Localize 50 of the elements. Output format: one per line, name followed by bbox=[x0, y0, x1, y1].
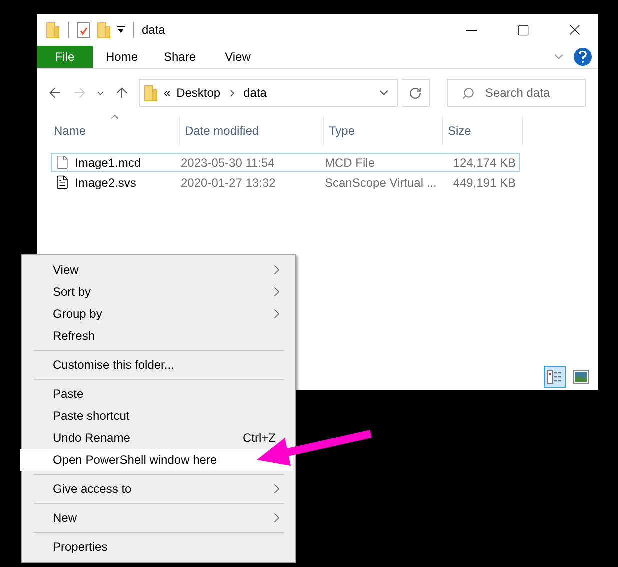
breadcrumb[interactable]: Desktop bbox=[176, 86, 221, 100]
caret-icon[interactable] bbox=[117, 26, 125, 34]
menu-item[interactable]: Paste shortcut bbox=[20, 405, 293, 427]
menu-item[interactable]: Give access to bbox=[20, 478, 293, 500]
overflow-chevrons[interactable]: « bbox=[164, 86, 171, 100]
folder-icon bbox=[46, 22, 60, 38]
maximize-icon bbox=[516, 24, 530, 36]
menu-item[interactable]: Paste bbox=[20, 383, 293, 405]
date-cell-text: 2023-05-30 11:54 bbox=[181, 156, 276, 170]
folder-icon bbox=[144, 84, 158, 102]
help-button[interactable] bbox=[574, 48, 592, 66]
file-row[interactable]: Image1.mcd 2023-05-30 11:54 MCD File 124,174 KB bbox=[51, 153, 520, 172]
column-header[interactable]: Size bbox=[443, 117, 523, 145]
window-title: data bbox=[142, 23, 166, 37]
details-view-icon bbox=[547, 370, 563, 384]
properties-icon[interactable] bbox=[77, 22, 91, 38]
menu-item[interactable]: Customise this folder... bbox=[20, 354, 293, 376]
menu-item[interactable]: View bbox=[20, 259, 293, 281]
menu-item[interactable]: Undo Rename Ctrl+Z bbox=[20, 427, 293, 449]
document-icon bbox=[55, 175, 70, 190]
ribbon-tab[interactable]: Home bbox=[93, 46, 151, 68]
address-bar[interactable]: « Desktop data bbox=[138, 79, 398, 107]
menu-item[interactable]: Properties bbox=[20, 536, 293, 558]
ribbon-tab[interactable]: Share bbox=[151, 46, 209, 68]
menu-item[interactable]: New bbox=[20, 507, 293, 529]
menu-item[interactable]: Sort by bbox=[20, 281, 293, 303]
ribbon-tab[interactable]: View bbox=[209, 46, 267, 68]
date-cell-text: 2020-01-27 13:32 bbox=[181, 176, 277, 190]
menu-item[interactable]: Refresh bbox=[20, 325, 293, 347]
file-tab[interactable]: File bbox=[37, 46, 93, 68]
menu-item[interactable]: Open PowerShell window here bbox=[20, 449, 293, 471]
column-header[interactable]: Name bbox=[49, 117, 180, 145]
size-cell-text: 124,174 KB bbox=[452, 156, 517, 170]
file-icon bbox=[55, 155, 70, 170]
question-mark-icon bbox=[579, 51, 587, 63]
search-icon bbox=[462, 86, 476, 100]
column-header[interactable]: Date modified bbox=[180, 117, 324, 145]
type-cell-text: ScanScope Virtual ... bbox=[325, 176, 438, 190]
file-row[interactable]: Image2.svs 2020-01-27 13:32 ScanScope Virtual ... 449,191 KB bbox=[51, 173, 520, 192]
size-cell-text: 449,191 KB bbox=[452, 176, 517, 190]
large-icons-view-icon bbox=[573, 370, 589, 384]
breadcrumb[interactable]: data bbox=[244, 86, 267, 100]
search-field[interactable]: Search data bbox=[447, 79, 586, 107]
view-button[interactable] bbox=[544, 366, 566, 388]
column-header[interactable]: Type bbox=[324, 117, 443, 145]
type-cell-text: MCD File bbox=[325, 156, 376, 170]
menu-item[interactable]: Group by bbox=[20, 303, 293, 325]
refresh-icon bbox=[409, 86, 422, 100]
refresh-button[interactable] bbox=[402, 79, 430, 107]
new-folder-icon bbox=[97, 22, 111, 38]
